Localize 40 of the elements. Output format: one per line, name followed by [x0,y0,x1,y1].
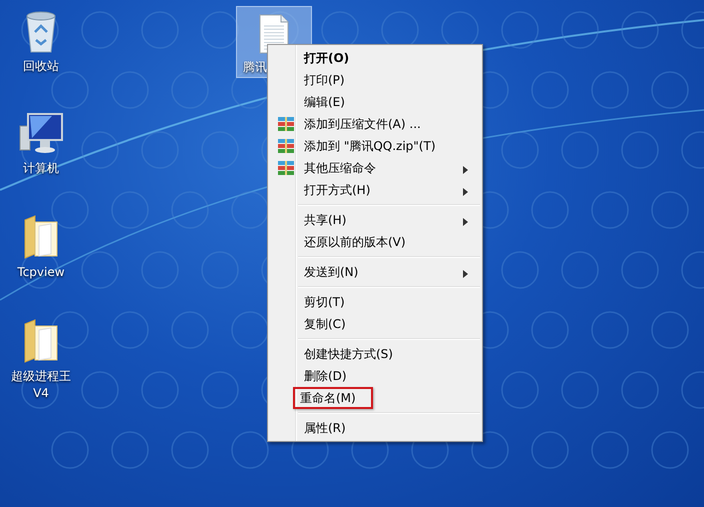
menu-item[interactable]: 添加到压缩文件(A) ... [270,113,480,135]
submenu-arrow-icon [463,188,468,196]
menu-item-label: 其他压缩命令 [304,160,376,176]
desktop-icon-label[interactable]: 计算机 [6,160,76,177]
menu-item[interactable]: 其他压缩命令 [270,157,480,179]
menu-item-label: 编辑(E) [304,94,345,110]
menu-item[interactable]: 编辑(E) [270,91,480,113]
menu-item-label: 重命名(M) [300,390,356,406]
menu-item[interactable]: 剪切(T) [270,291,480,313]
menu-item[interactable]: 打开方式(H) [270,179,480,201]
menu-item-label: 创建快捷方式(S) [304,346,393,362]
menu-item-label: 添加到 "腾讯QQ.zip"(T) [304,138,436,154]
menu-item[interactable]: 属性(R) [270,417,480,439]
menu-item-label: 删除(D) [304,368,347,384]
menu-item[interactable]: 删除(D) [270,365,480,387]
menu-item[interactable]: 复制(C) [270,313,480,335]
menu-item[interactable]: 添加到 "腾讯QQ.zip"(T) [270,135,480,157]
menu-item-label: 添加到压缩文件(A) ... [304,116,421,132]
submenu-arrow-icon [463,270,468,278]
menu-item-label: 属性(R) [304,420,346,436]
menu-item-label: 复制(C) [304,316,346,332]
menu-item[interactable]: 发送到(N) [270,261,480,283]
archive-icon [276,160,294,176]
desktop-icon-label[interactable]: Tcpview [6,264,76,281]
submenu-arrow-icon [463,218,468,226]
desktop-icon-label[interactable]: 回收站 [6,58,76,75]
computer-icon[interactable] [18,112,64,156]
menu-item-label: 剪切(T) [304,294,345,310]
desktop-icon-label[interactable]: 超级进程王 V4 [6,368,76,402]
menu-item-label: 发送到(N) [304,264,358,280]
archive-icon [276,116,294,132]
submenu-arrow-icon [463,166,468,174]
archive-icon [276,138,294,154]
menu-item-label: 打开方式(H) [304,182,370,198]
menu-item[interactable]: 共享(H) [270,209,480,231]
menu-item-label: 共享(H) [304,212,346,228]
menu-item[interactable]: 还原以前的版本(V) [270,231,480,253]
menu-item[interactable]: 重命名(M) [293,387,373,409]
menu-item-label: 还原以前的版本(V) [304,234,406,250]
menu-item[interactable]: 创建快捷方式(S) [270,343,480,365]
